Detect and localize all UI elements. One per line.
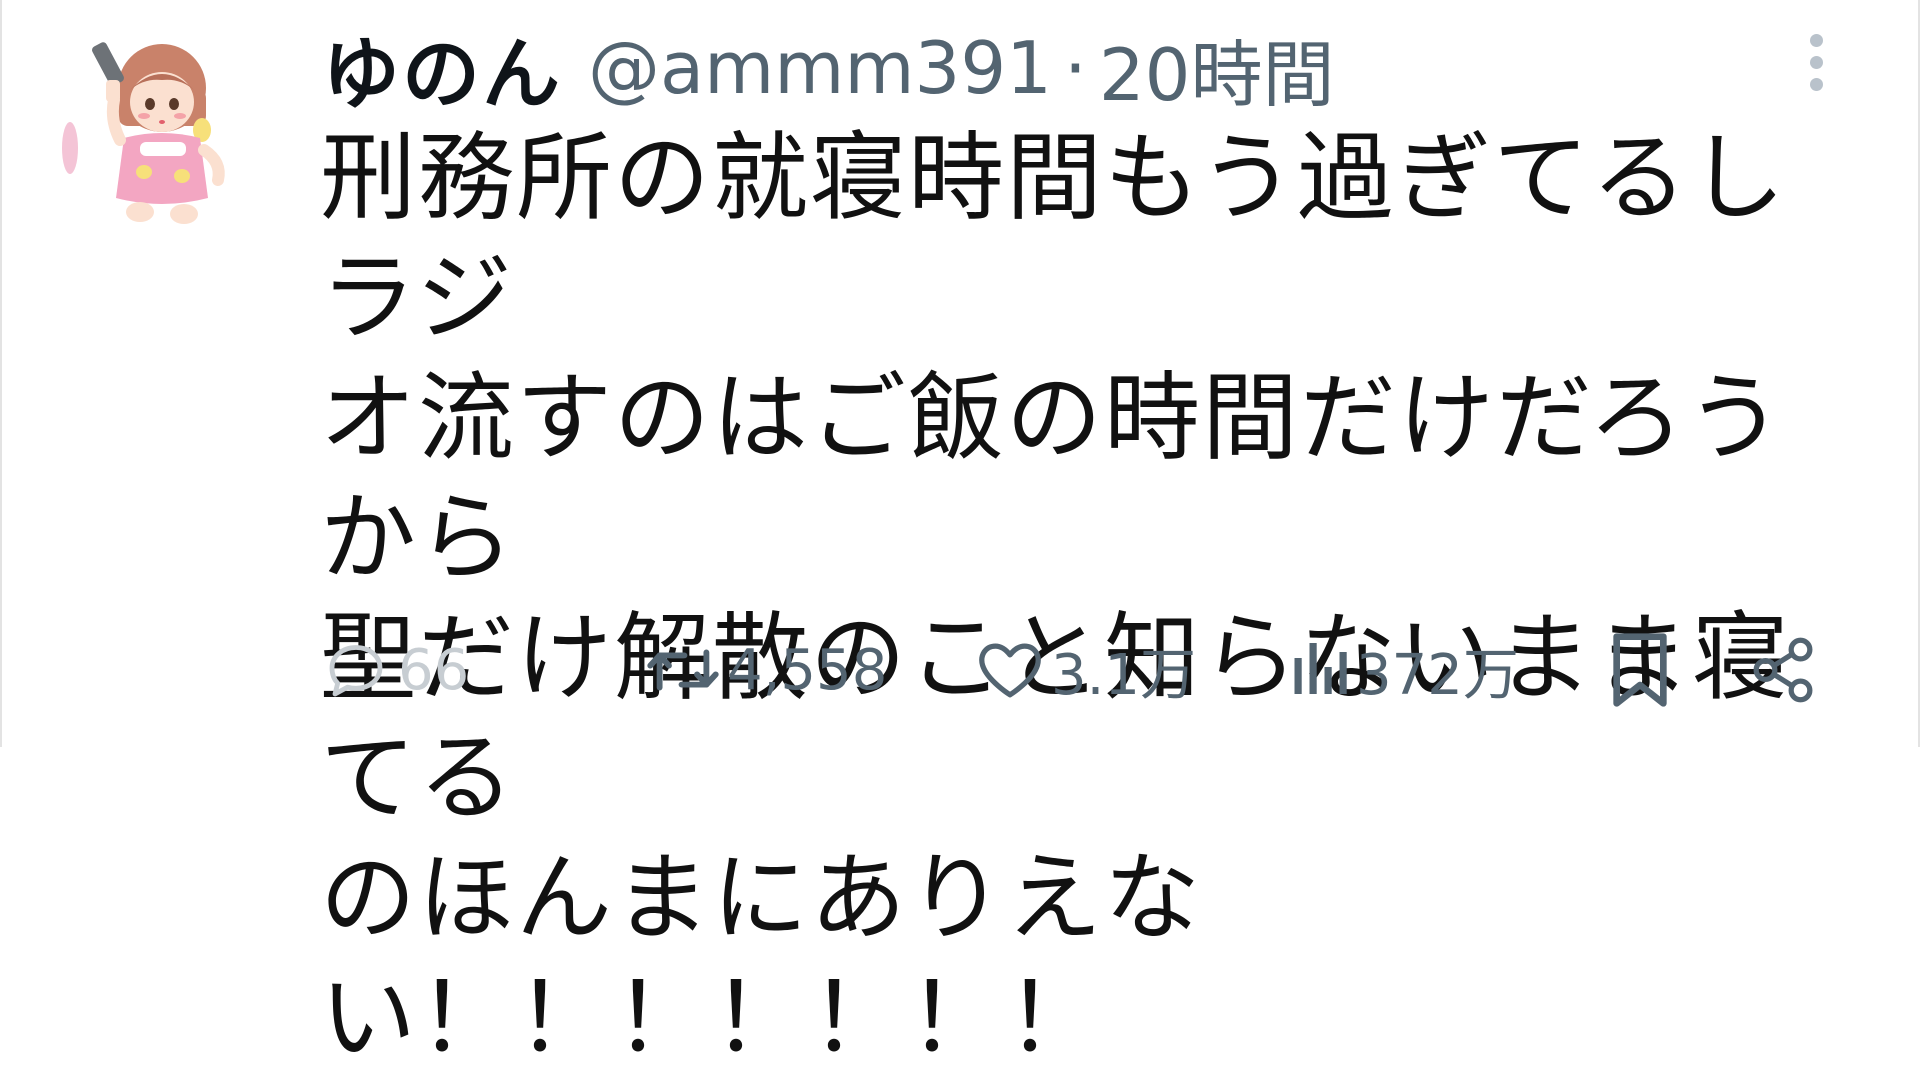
reply-icon (329, 645, 383, 697)
views-icon (1294, 643, 1347, 694)
view-count: 372万 (1356, 642, 1519, 708)
like-button[interactable]: 3.1万 (975, 625, 1196, 715)
bookmark-icon (1613, 633, 1667, 707)
doll-avatar-image (62, 42, 225, 224)
bookmark-button[interactable] (1610, 625, 1670, 715)
share-button[interactable] (1748, 625, 1818, 715)
share-icon (1753, 637, 1813, 703)
retweet-count: 4,558 (727, 637, 888, 703)
tweet-header: ゆのん @ammm391 · 20時間 (322, 16, 1335, 121)
display-name[interactable]: ゆのん (322, 12, 562, 124)
timestamp[interactable]: 20時間 (1099, 16, 1335, 121)
heart-icon (979, 643, 1041, 698)
more-vertical-icon[interactable] (1804, 34, 1828, 104)
tweet-card[interactable]: ゆのん @ammm391 · 20時間 刑務所の就寝時間もう過ぎてるしラジ オ流… (0, 0, 1920, 1074)
action-bar: 66 4,558 3.1万 372万 (320, 625, 1820, 715)
separator-dot: · (1063, 26, 1087, 110)
avatar[interactable] (62, 30, 234, 230)
retweet-icon (647, 649, 719, 691)
like-count: 3.1万 (1051, 642, 1197, 708)
reply-count: 66 (398, 637, 470, 703)
user-handle[interactable]: @ammm391 (588, 26, 1052, 110)
reply-button[interactable]: 66 (320, 625, 469, 715)
retweet-button[interactable]: 4,558 (645, 625, 887, 715)
views-button[interactable]: 372万 (1290, 625, 1519, 715)
tweet-text: 刑務所の就寝時間もう過ぎてるしラジ オ流すのはご飯の時間だけだろうから 聖だけ解… (320, 122, 1790, 1074)
